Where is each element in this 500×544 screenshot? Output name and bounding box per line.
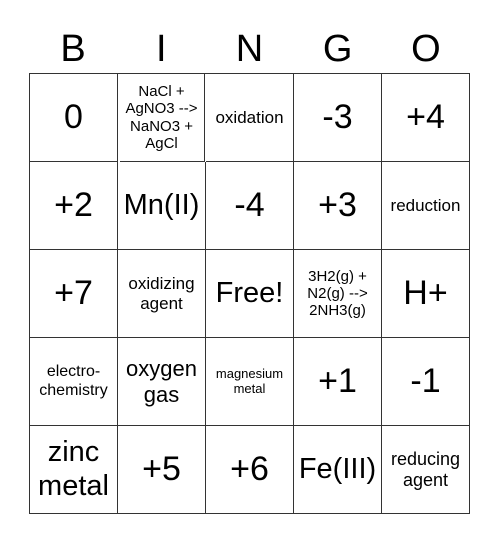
bingo-cell[interactable]: 0: [30, 74, 118, 162]
bingo-cell[interactable]: +7: [30, 250, 118, 338]
bingo-cell[interactable]: NaCl + AgNO3 --> NaNO3 + AgCl: [119, 74, 205, 162]
bingo-cell[interactable]: oxidation: [206, 74, 294, 162]
bingo-cell[interactable]: Fe(III): [294, 426, 382, 514]
bingo-cell[interactable]: reducing agent: [382, 426, 470, 514]
header-letter-b: B: [60, 28, 86, 70]
bingo-cell[interactable]: Mn(II): [118, 162, 206, 250]
header-letter-n: N: [235, 28, 264, 70]
bingo-cell[interactable]: reduction: [382, 162, 470, 250]
bingo-cell[interactable]: +2: [30, 162, 118, 250]
bingo-cell[interactable]: 3H2(g) + N2(g) --> 2NH3(g): [294, 250, 382, 338]
bingo-cell[interactable]: +4: [382, 74, 470, 162]
bingo-cell[interactable]: +6: [206, 426, 294, 514]
header-letter-i: I: [156, 28, 167, 70]
bingo-cell[interactable]: zinc metal: [30, 426, 118, 514]
bingo-cell[interactable]: electro-chemistry: [30, 338, 118, 426]
bingo-cell[interactable]: +5: [118, 426, 206, 514]
bingo-header: B I N G O: [29, 26, 470, 72]
free-space-cell[interactable]: Free!: [206, 250, 294, 338]
bingo-cell[interactable]: magnesium metal: [206, 338, 294, 426]
bingo-cell[interactable]: -3: [294, 74, 382, 162]
bingo-cell[interactable]: H+: [382, 250, 470, 338]
bingo-grid: 0 NaCl + AgNO3 --> NaNO3 + AgCl oxidatio…: [29, 73, 470, 514]
bingo-cell[interactable]: -1: [382, 338, 470, 426]
bingo-cell[interactable]: oxygen gas: [118, 338, 206, 426]
header-letter-o: O: [411, 28, 441, 70]
bingo-cell[interactable]: +3: [294, 162, 382, 250]
bingo-cell[interactable]: +1: [294, 338, 382, 426]
bingo-cell[interactable]: -4: [206, 162, 294, 250]
bingo-cell[interactable]: oxidizing agent: [118, 250, 206, 338]
header-letter-g: G: [322, 28, 353, 70]
